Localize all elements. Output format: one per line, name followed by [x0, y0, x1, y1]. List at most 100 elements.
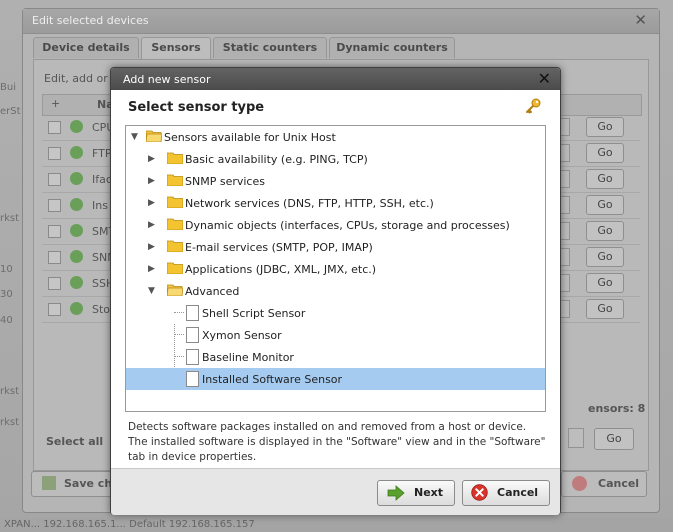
- folder-icon: [167, 174, 183, 186]
- tree-group-label: Network services (DNS, FTP, HTTP, SSH, e…: [185, 197, 434, 210]
- tree-leaf-label: Xymon Sensor: [202, 329, 282, 342]
- tree-leaf-label: Installed Software Sensor: [202, 373, 343, 386]
- document-icon: [186, 327, 199, 343]
- status-ok-icon: [70, 224, 83, 237]
- collapse-arrow-icon[interactable]: ▼: [148, 286, 155, 296]
- collapse-arrow-icon[interactable]: ▼: [131, 132, 138, 142]
- row-checkbox[interactable]: [48, 147, 61, 160]
- sensors-hint: Edit, add or: [44, 72, 108, 85]
- tree-leaf-selected[interactable]: Installed Software Sensor: [126, 368, 545, 390]
- expand-arrow-icon[interactable]: ▶: [148, 264, 155, 274]
- bg-label: 10: [0, 264, 13, 275]
- bulk-action-select[interactable]: [568, 428, 584, 448]
- add-sensor-title: Add new sensor: [123, 73, 211, 86]
- row-checkbox[interactable]: [48, 225, 61, 238]
- expand-arrow-icon[interactable]: ▶: [148, 220, 155, 230]
- outer-cancel-button[interactable]: Cancel: [561, 471, 647, 497]
- tree-group[interactable]: ▶ SNMP services: [126, 170, 545, 192]
- bg-label: rkst: [0, 213, 20, 224]
- status-ok-icon: [70, 146, 83, 159]
- go-button[interactable]: Go: [586, 247, 624, 267]
- key-icon[interactable]: [525, 98, 541, 114]
- cancel-icon: [471, 484, 488, 501]
- status-ok-icon: [70, 172, 83, 185]
- sensors-count: ensors: 8: [588, 402, 646, 415]
- bg-footer-text: XPAN... 192.168.165.1... Default 192.168…: [4, 519, 255, 530]
- go-button[interactable]: Go: [586, 169, 624, 189]
- document-icon: [186, 305, 199, 321]
- close-icon[interactable]: ✕: [538, 69, 551, 88]
- bg-label: Bui: [0, 82, 16, 93]
- expand-arrow-icon[interactable]: ▶: [148, 154, 155, 164]
- add-sensor-button[interactable]: +: [51, 97, 60, 110]
- outer-cancel-label: Cancel: [598, 477, 640, 490]
- save-icon: [42, 476, 56, 490]
- tree-leaf[interactable]: Xymon Sensor: [126, 324, 545, 346]
- dialog-header: Select sensor type: [111, 90, 560, 124]
- bg-label: 30: [0, 289, 13, 300]
- next-button[interactable]: Next: [377, 480, 455, 506]
- tab-sensors[interactable]: Sensors: [141, 37, 211, 60]
- select-all-link[interactable]: Select all: [46, 435, 103, 448]
- go-button[interactable]: Go: [586, 195, 624, 215]
- expand-arrow-icon[interactable]: ▶: [148, 198, 155, 208]
- tree-leaf-label: Shell Script Sensor: [202, 307, 306, 320]
- bg-label: rkst: [0, 386, 20, 397]
- status-ok-icon: [70, 276, 83, 289]
- tree-group-label: Dynamic objects (interfaces, CPUs, stora…: [185, 219, 510, 232]
- bg-label: 40: [0, 315, 13, 326]
- folder-icon: [167, 262, 183, 274]
- dialog-footer: Next Cancel: [111, 468, 560, 515]
- tree-group-label: E-mail services (SMTP, POP, IMAP): [185, 241, 373, 254]
- open-folder-icon: [167, 284, 183, 296]
- tree-group[interactable]: ▶ Applications (JDBC, XML, JMX, etc.): [126, 258, 545, 280]
- row-checkbox[interactable]: [48, 277, 61, 290]
- tree-leaf[interactable]: Baseline Monitor: [126, 346, 545, 368]
- tree-group[interactable]: ▶ E-mail services (SMTP, POP, IMAP): [126, 236, 545, 258]
- tree-group-advanced[interactable]: ▼ Advanced: [126, 280, 545, 302]
- tab-dynamic-counters[interactable]: Dynamic counters: [329, 37, 455, 58]
- tree-group-label: SNMP services: [185, 175, 265, 188]
- row-checkbox[interactable]: [48, 251, 61, 264]
- cancel-label: Cancel: [497, 486, 539, 499]
- tree-root[interactable]: ▼ Sensors available for Unix Host: [126, 126, 545, 148]
- sensor-type-tree: ▼ Sensors available for Unix Host ▶ Basi…: [125, 125, 546, 412]
- go-button[interactable]: Go: [586, 273, 624, 293]
- page-title: Select sensor type: [128, 100, 265, 115]
- tree-leaf[interactable]: Shell Script Sensor: [126, 302, 545, 324]
- next-label: Next: [414, 486, 444, 499]
- go-button[interactable]: Go: [586, 299, 624, 319]
- add-sensor-dialog: Add new sensor ✕ Select sensor type ▼ Se…: [110, 67, 561, 515]
- tree-group[interactable]: ▶ Dynamic objects (interfaces, CPUs, sto…: [126, 214, 545, 236]
- tree-leaf-label: Baseline Monitor: [202, 351, 294, 364]
- expand-arrow-icon[interactable]: ▶: [148, 176, 155, 186]
- row-checkbox[interactable]: [48, 303, 61, 316]
- open-folder-icon: [146, 130, 162, 142]
- go-button[interactable]: Go: [586, 117, 624, 137]
- cancel-icon: [572, 476, 587, 491]
- bulk-go-button[interactable]: Go: [594, 428, 634, 450]
- arrow-right-icon: [387, 485, 405, 501]
- go-button[interactable]: Go: [586, 221, 624, 241]
- close-icon[interactable]: ✕: [634, 11, 647, 29]
- row-checkbox[interactable]: [48, 199, 61, 212]
- expand-arrow-icon[interactable]: ▶: [148, 242, 155, 252]
- sensor-name: Sto: [92, 303, 111, 316]
- add-sensor-titlebar: Add new sensor ✕: [111, 68, 560, 90]
- folder-icon: [167, 218, 183, 230]
- status-ok-icon: [70, 198, 83, 211]
- cancel-button[interactable]: Cancel: [462, 480, 550, 506]
- status-ok-icon: [70, 302, 83, 315]
- folder-icon: [167, 196, 183, 208]
- go-button[interactable]: Go: [586, 143, 624, 163]
- row-checkbox[interactable]: [48, 121, 61, 134]
- status-ok-icon: [70, 120, 83, 133]
- sensor-name: Ins: [92, 199, 108, 212]
- tab-static-counters[interactable]: Static counters: [213, 37, 327, 58]
- row-checkbox[interactable]: [48, 173, 61, 186]
- tree-group[interactable]: ▶ Network services (DNS, FTP, HTTP, SSH,…: [126, 192, 545, 214]
- tree-group[interactable]: ▶ Basic availability (e.g. PING, TCP): [126, 148, 545, 170]
- status-ok-icon: [70, 250, 83, 263]
- tab-device-details[interactable]: Device details: [33, 37, 139, 58]
- bg-footer: XPAN... 192.168.165.1... Default 192.168…: [0, 518, 673, 532]
